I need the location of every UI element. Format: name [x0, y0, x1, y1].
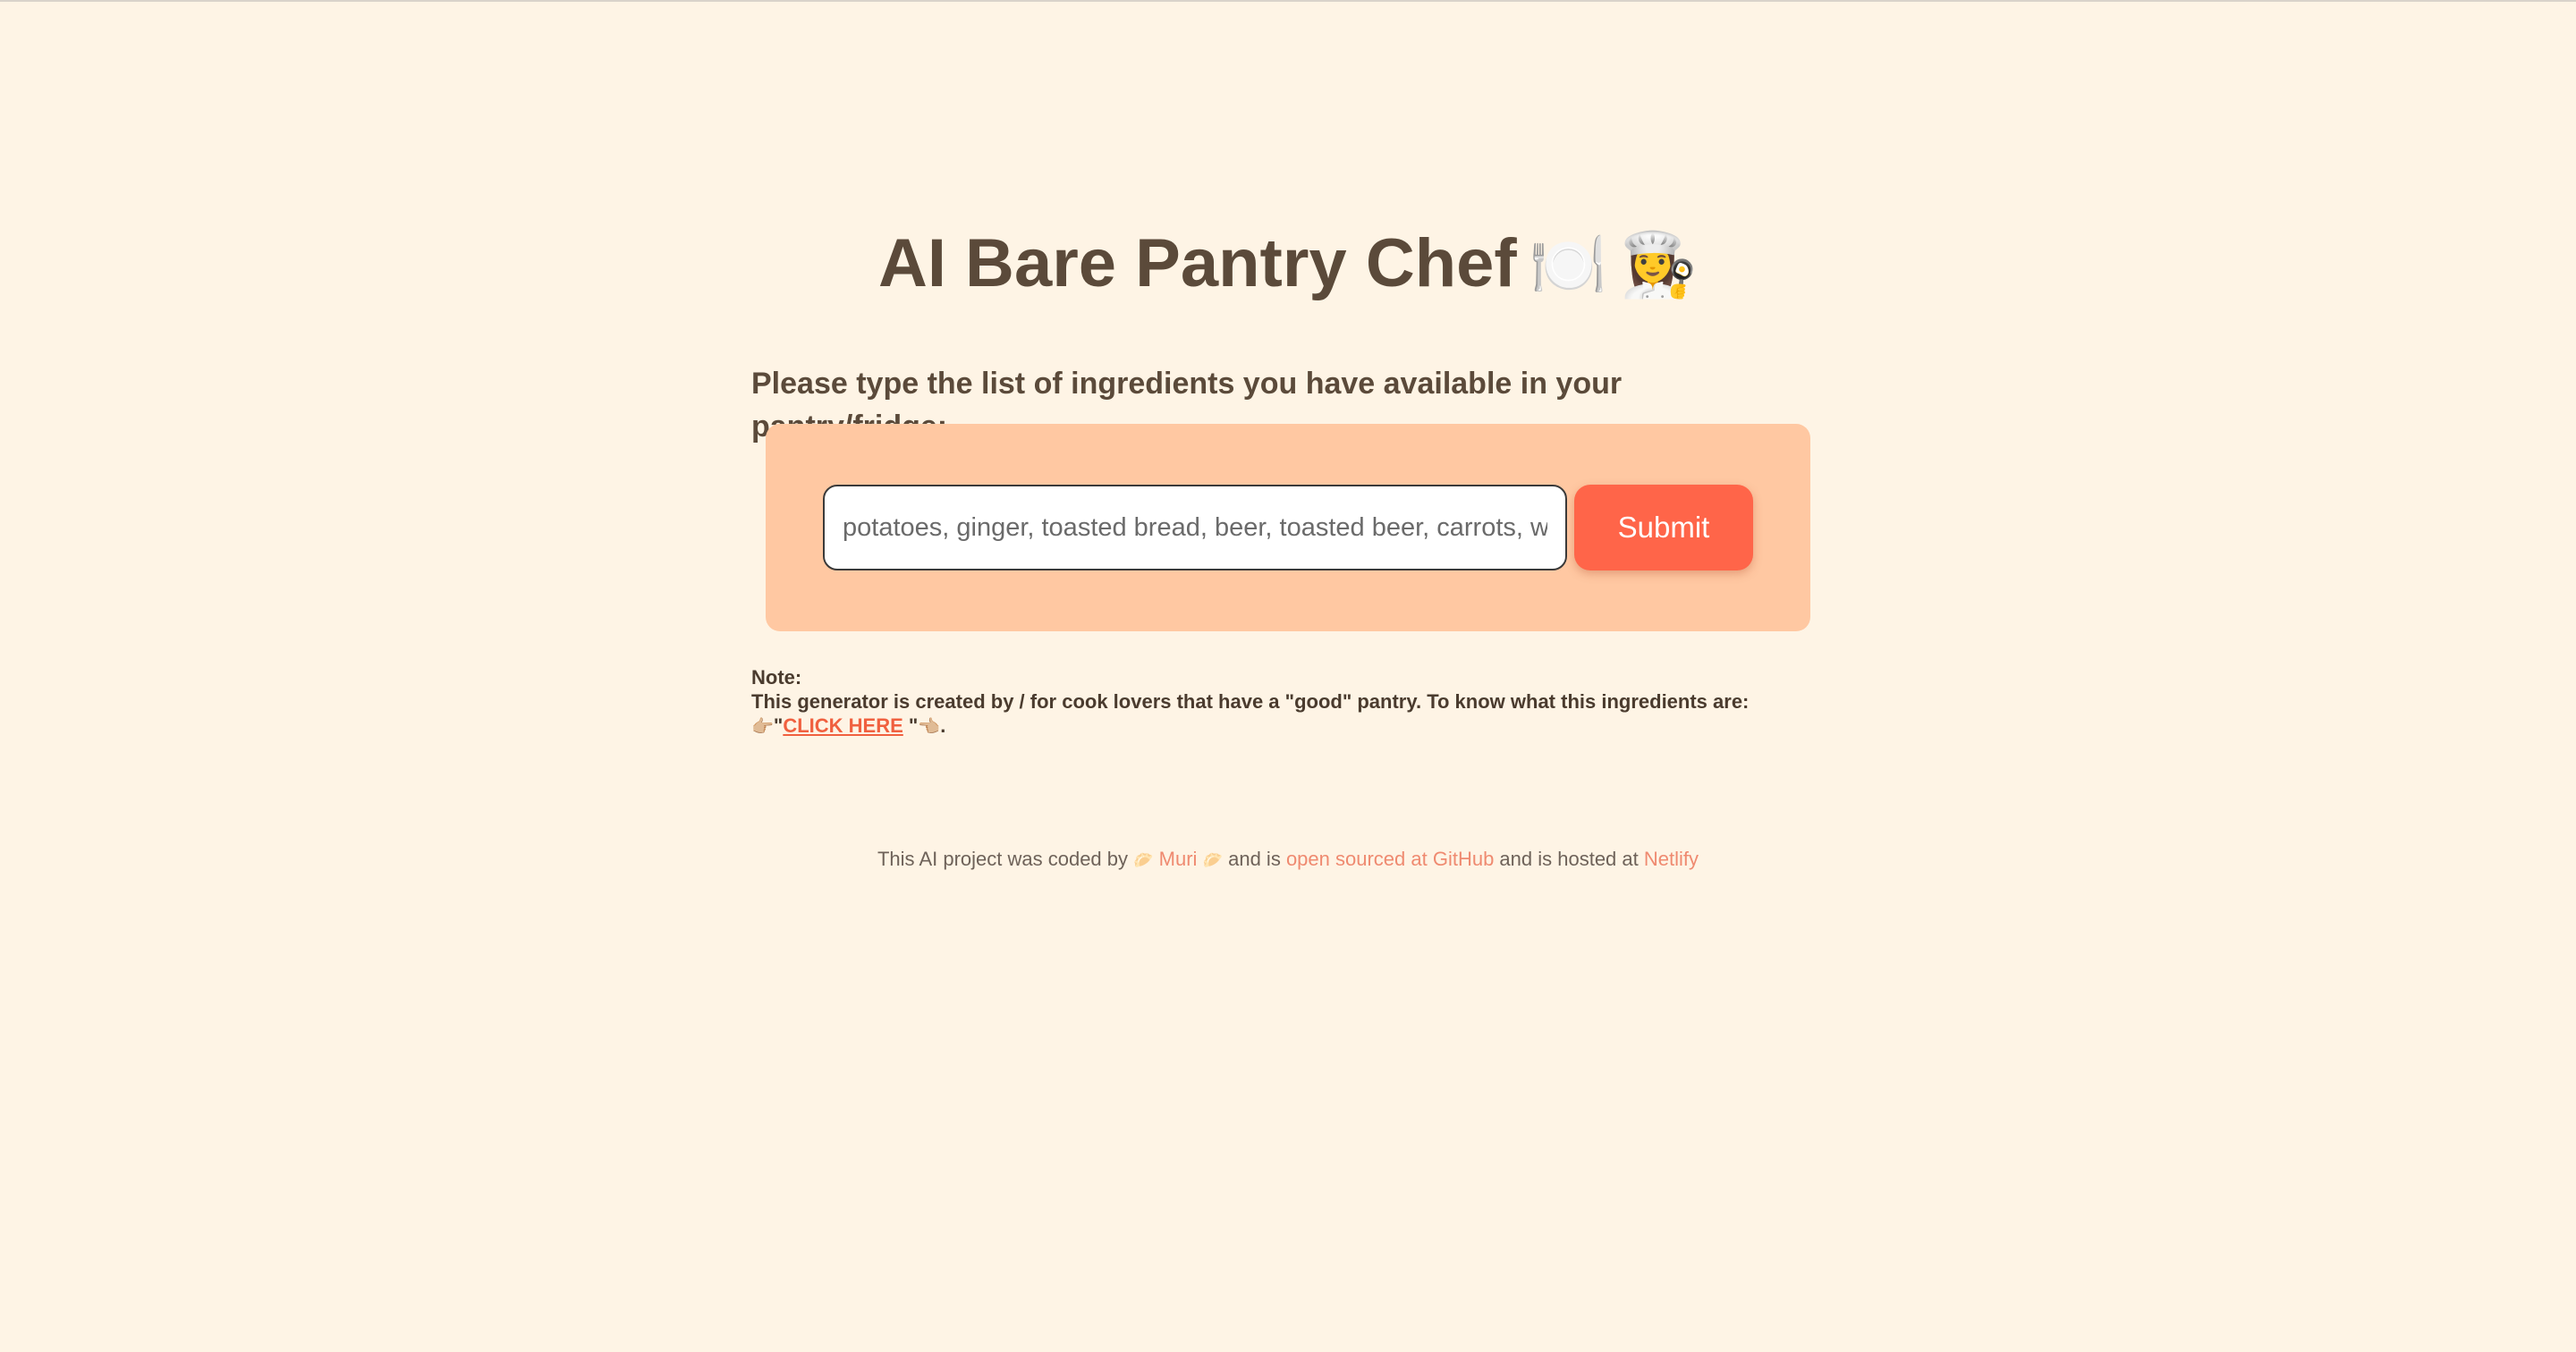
- note-open-quote: ": [773, 714, 784, 737]
- dumpling-icon: 🥟: [1133, 851, 1154, 870]
- window-top-border: [0, 0, 2576, 2]
- author-link[interactable]: Muri: [1159, 848, 1198, 870]
- ingredients-form: Submit: [766, 424, 1810, 631]
- ingredients-input[interactable]: [823, 485, 1567, 570]
- submit-button[interactable]: Submit: [1574, 485, 1753, 570]
- woman-cook-icon: 👩‍🍳: [1619, 228, 1699, 301]
- dumpling-icon: 🥟: [1202, 851, 1223, 870]
- note-section: Note: This generator is created by / for…: [751, 665, 1914, 739]
- pointing-right-hand-icon: 👉🏼: [751, 715, 774, 737]
- footer-middle: and is: [1223, 848, 1286, 870]
- note-close-quote: ": [902, 714, 919, 737]
- click-here-link[interactable]: CLICK HERE: [783, 714, 902, 737]
- note-end: .: [940, 714, 946, 737]
- plate-cutlery-icon: 🍽️: [1529, 228, 1607, 301]
- page-title-text: AI Bare Pantry Chef: [877, 225, 1517, 301]
- footer: This AI project was coded by 🥟 Muri 🥟 an…: [0, 845, 2576, 875]
- github-link[interactable]: open sourced at GitHub: [1286, 848, 1494, 870]
- footer-prefix: This AI project was coded by: [877, 848, 1134, 870]
- page-title: AI Bare Pantry Chef 🍽️ 👩‍🍳: [0, 219, 2576, 309]
- netlify-link[interactable]: Netlify: [1644, 848, 1699, 870]
- note-body: This generator is created by / for cook …: [751, 690, 1750, 713]
- note-heading: Note:: [751, 666, 802, 689]
- footer-hosted-text: and is hosted at: [1494, 848, 1644, 870]
- note-link-line: 👉🏼"CLICK HERE "👈🏼.: [751, 714, 1914, 739]
- pointing-left-hand-icon: 👈🏼: [918, 715, 941, 737]
